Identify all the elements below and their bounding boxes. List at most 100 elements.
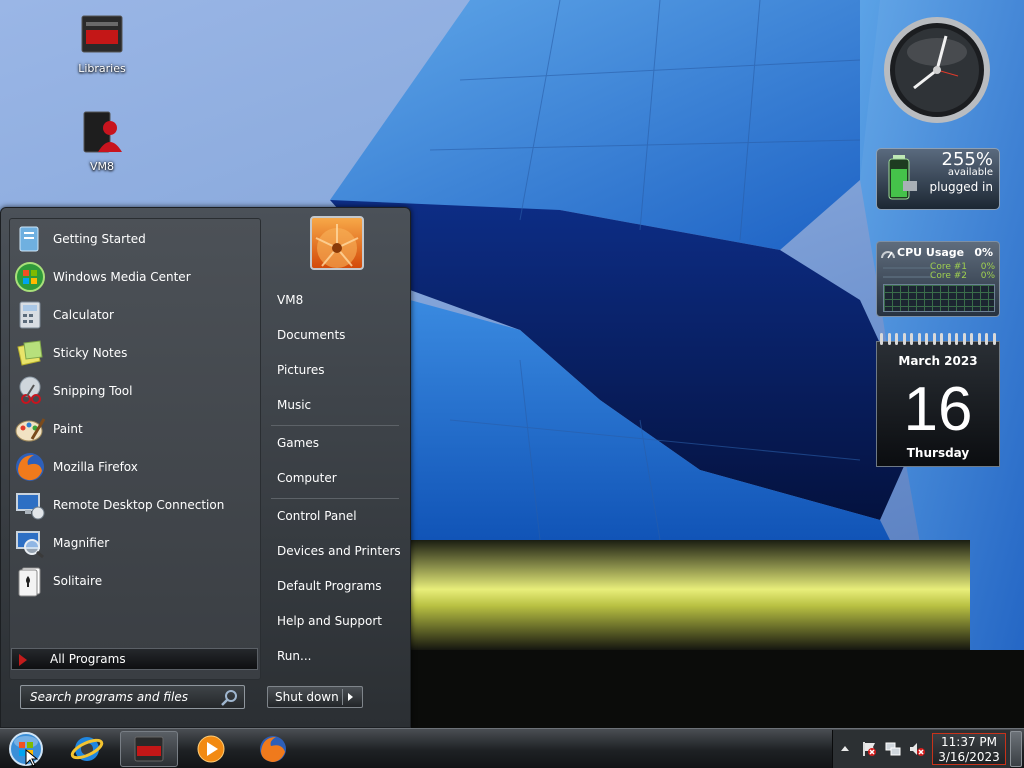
place-label: Devices and Printers bbox=[277, 544, 401, 558]
media-player-icon bbox=[197, 735, 225, 763]
calendar-page: March 2023 16 Thursday bbox=[876, 341, 1000, 467]
desktop: Libraries VM8 255% available plugged in … bbox=[0, 0, 1024, 728]
program-label: Remote Desktop Connection bbox=[53, 498, 225, 512]
show-hidden-icons-arrow-icon[interactable] bbox=[837, 741, 853, 757]
calendar-gadget[interactable]: March 2023 16 Thursday bbox=[876, 333, 1000, 467]
taskbar-firefox[interactable] bbox=[244, 731, 302, 767]
action-center-flag-icon[interactable] bbox=[861, 741, 877, 757]
media-center-icon bbox=[15, 262, 45, 292]
place-label: Pictures bbox=[277, 363, 325, 377]
shutdown-label: Shut down bbox=[275, 690, 339, 704]
core-value: 0% bbox=[980, 271, 995, 281]
paint-icon bbox=[15, 418, 46, 442]
start-button[interactable] bbox=[6, 730, 46, 768]
place-devices-printers[interactable]: Devices and Printers bbox=[271, 536, 403, 566]
calendar-month: March 2023 bbox=[898, 354, 978, 368]
calendar-day: 16 bbox=[903, 375, 973, 444]
taskbar-clock[interactable]: 11:37 PM 3/16/2023 bbox=[932, 733, 1006, 765]
place-music[interactable]: Music bbox=[271, 390, 403, 420]
search-placeholder: Search programs and files bbox=[30, 690, 188, 704]
place-label: Music bbox=[277, 398, 312, 412]
taskbar-internet-explorer[interactable] bbox=[58, 731, 116, 767]
battery-gadget[interactable]: 255% available plugged in bbox=[876, 148, 1000, 210]
core-label: Core #2 bbox=[930, 271, 967, 281]
program-calculator[interactable]: Calculator bbox=[12, 297, 258, 333]
place-label: Games bbox=[277, 436, 319, 450]
getting-started-icon bbox=[19, 226, 39, 252]
desktop-icon-user-folder[interactable]: VM8 bbox=[62, 108, 142, 173]
show-desktop-button[interactable] bbox=[1010, 731, 1022, 767]
place-control-panel[interactable]: Control Panel bbox=[271, 501, 403, 531]
menu-divider bbox=[271, 498, 399, 499]
snipping-tool-icon bbox=[19, 376, 41, 404]
program-mozilla-firefox[interactable]: Mozilla Firefox bbox=[12, 449, 258, 485]
shutdown-button[interactable]: Shut down bbox=[267, 686, 363, 708]
place-computer[interactable]: Computer bbox=[271, 463, 403, 493]
place-run[interactable]: Run... bbox=[271, 641, 403, 671]
windows-orb-icon bbox=[9, 732, 43, 767]
user-folder-icon bbox=[78, 108, 126, 156]
calendar-rings bbox=[880, 333, 996, 347]
place-documents[interactable]: Documents bbox=[271, 320, 403, 350]
program-label: Windows Media Center bbox=[53, 270, 191, 284]
menu-divider bbox=[271, 425, 399, 426]
shutdown-options-arrow-icon[interactable] bbox=[348, 693, 353, 701]
battery-power-source: plugged in bbox=[929, 180, 993, 194]
place-user[interactable]: VM8 bbox=[271, 285, 403, 315]
taskbar-libraries[interactable] bbox=[120, 731, 178, 767]
program-windows-media-center[interactable]: Windows Media Center bbox=[12, 259, 258, 295]
cpu-meter-gadget[interactable]: CPU Usage 0% Core #1 0% Core #2 0% bbox=[876, 241, 1000, 317]
program-remote-desktop[interactable]: Remote Desktop Connection bbox=[12, 487, 258, 523]
program-solitaire[interactable]: Solitaire bbox=[12, 563, 258, 599]
program-label: Paint bbox=[53, 422, 83, 436]
program-getting-started[interactable]: Getting Started bbox=[12, 221, 258, 257]
shutdown-divider bbox=[342, 689, 343, 705]
solitaire-icon bbox=[18, 567, 41, 597]
program-label: Calculator bbox=[53, 308, 114, 322]
place-default-programs[interactable]: Default Programs bbox=[271, 571, 403, 601]
place-label: Documents bbox=[277, 328, 346, 342]
program-snipping-tool[interactable]: Snipping Tool bbox=[12, 373, 258, 409]
calculator-icon bbox=[19, 301, 41, 329]
place-label: Default Programs bbox=[277, 579, 382, 593]
all-programs-button[interactable]: All Programs bbox=[11, 648, 258, 670]
program-label: Sticky Notes bbox=[53, 346, 128, 360]
place-label: Help and Support bbox=[277, 614, 382, 628]
program-label: Magnifier bbox=[53, 536, 110, 550]
libraries-icon bbox=[134, 736, 164, 762]
gauge-icon bbox=[881, 251, 895, 259]
desktop-icon-label: VM8 bbox=[89, 160, 114, 173]
taskbar-media-player[interactable] bbox=[182, 731, 240, 767]
desktop-icon-label: Libraries bbox=[78, 62, 126, 75]
firefox-icon bbox=[260, 736, 286, 762]
clock-gadget[interactable] bbox=[874, 16, 1000, 124]
user-avatar[interactable] bbox=[310, 216, 364, 270]
program-sticky-notes[interactable]: Sticky Notes bbox=[12, 335, 258, 371]
clock-time: 11:37 PM bbox=[941, 735, 997, 749]
place-help-support[interactable]: Help and Support bbox=[271, 606, 403, 636]
start-menu: Getting Started Windows Media Center Cal… bbox=[0, 207, 411, 728]
program-label: Getting Started bbox=[53, 232, 146, 246]
flower-avatar-icon bbox=[315, 224, 359, 268]
network-icon[interactable] bbox=[885, 741, 901, 757]
search-input[interactable]: Search programs and files bbox=[20, 685, 245, 709]
place-pictures[interactable]: Pictures bbox=[271, 355, 403, 385]
remote-desktop-icon bbox=[16, 493, 45, 520]
cpu-title: CPU Usage bbox=[897, 246, 965, 259]
firefox-icon bbox=[16, 453, 44, 481]
place-label: Computer bbox=[277, 471, 337, 485]
volume-muted-icon[interactable] bbox=[909, 741, 925, 757]
program-paint[interactable]: Paint bbox=[12, 411, 258, 447]
program-label: Snipping Tool bbox=[53, 384, 133, 398]
place-games[interactable]: Games bbox=[271, 428, 403, 458]
calendar-weekday: Thursday bbox=[906, 446, 970, 460]
arrow-right-icon bbox=[19, 654, 27, 666]
program-magnifier[interactable]: Magnifier bbox=[12, 525, 258, 561]
libraries-icon bbox=[78, 10, 126, 58]
desktop-icon-libraries[interactable]: Libraries bbox=[62, 10, 142, 75]
cpu-total: 0% bbox=[974, 246, 993, 259]
battery-icon bbox=[888, 155, 917, 200]
battery-status: available bbox=[947, 167, 993, 178]
program-list: Getting Started Windows Media Center Cal… bbox=[9, 218, 261, 680]
place-label: Control Panel bbox=[277, 509, 357, 523]
